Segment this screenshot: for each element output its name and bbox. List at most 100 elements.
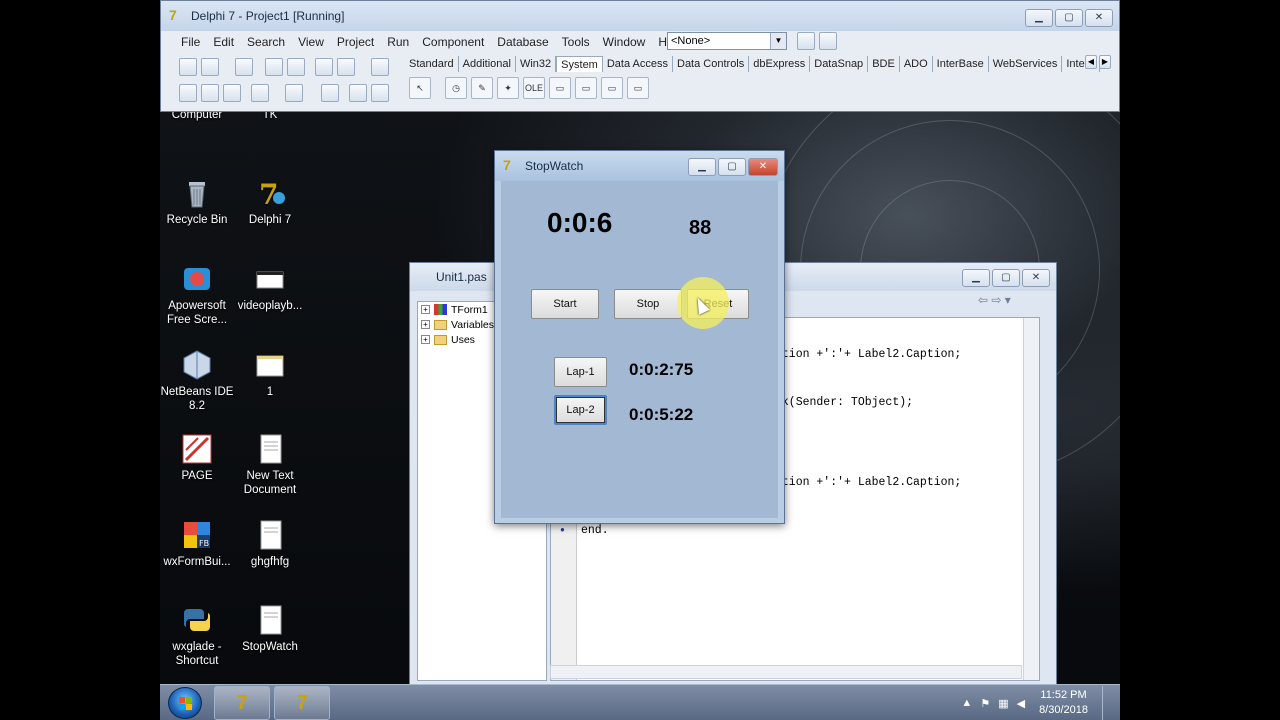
menu-tools[interactable]: Tools	[562, 35, 590, 49]
tab-interbase[interactable]: InterBase	[933, 56, 989, 72]
desktop-icon-netbeans[interactable]: NetBeans IDE 8.2	[160, 348, 234, 413]
taskbar-stopwatch-app[interactable]: 7	[274, 686, 330, 720]
tab-data-controls[interactable]: Data Controls	[673, 56, 750, 72]
tab-dbexpress[interactable]: dbExpress	[749, 56, 811, 72]
tab-win32[interactable]: Win32	[516, 56, 557, 72]
ddeclientconv-component-icon[interactable]: ▭	[549, 77, 571, 99]
menu-project[interactable]: Project	[337, 35, 374, 49]
open-project-icon[interactable]	[287, 58, 305, 76]
delphi-ide-window: 7 Delphi 7 - Project1 [Running] ▁ ▢ ✕ Fi…	[160, 0, 1120, 112]
save-all-icon[interactable]	[265, 58, 283, 76]
menu-component[interactable]: Component	[422, 35, 484, 49]
menu-search[interactable]: Search	[247, 35, 285, 49]
start-button[interactable]: Start	[531, 289, 599, 319]
start-button[interactable]	[168, 687, 202, 719]
save-icon[interactable]	[235, 58, 253, 76]
close-button[interactable]: ✕	[1022, 269, 1050, 287]
lap-1-button[interactable]: Lap-1	[554, 357, 607, 387]
tab-datasnap[interactable]: DataSnap	[810, 56, 869, 72]
menu-view[interactable]: View	[298, 35, 324, 49]
menu-database[interactable]: Database	[497, 35, 548, 49]
desktop-icon-new-text-document[interactable]: New Text Document	[233, 432, 307, 497]
network-icon[interactable]: ▦	[998, 697, 1008, 710]
menu-window[interactable]: Window	[603, 35, 646, 49]
close-button[interactable]: ✕	[748, 158, 778, 176]
ddeserveritem-component-icon[interactable]: ▭	[627, 77, 649, 99]
minimize-button[interactable]: ▁	[688, 158, 716, 176]
minimize-button[interactable]: ▁	[1025, 9, 1053, 27]
ide-window-controls: ▁ ▢ ✕	[1025, 9, 1113, 27]
chevron-down-icon[interactable]: ▼	[770, 33, 786, 49]
desktop-icon-ghgfhfg[interactable]: ghgfhfg	[233, 518, 307, 569]
ide-title: Delphi 7 - Project1 [Running]	[191, 9, 345, 23]
desktop-icon-videoplayback[interactable]: videoplayb...	[233, 262, 307, 313]
tab-ado[interactable]: ADO	[900, 56, 933, 72]
maximize-button[interactable]: ▢	[1055, 9, 1083, 27]
new-form-icon[interactable]	[251, 84, 269, 102]
run-icon[interactable]	[285, 84, 303, 102]
help-book-icon[interactable]	[371, 58, 389, 76]
tab-bde[interactable]: BDE	[868, 56, 900, 72]
tab-webservices[interactable]: WebServices	[989, 56, 1063, 72]
save-desktop-icon[interactable]	[797, 32, 815, 50]
desktop-layout-combo[interactable]: <None> ▼	[667, 32, 787, 50]
show-hidden-icons-icon[interactable]: ▲	[961, 697, 972, 709]
maximize-button[interactable]: ▢	[718, 158, 746, 176]
view-unit-icon[interactable]	[179, 84, 197, 102]
olecontainer-component-icon[interactable]: OLE	[523, 77, 545, 99]
tab-data-access[interactable]: Data Access	[603, 56, 673, 72]
desktop-icon-wxformbuilder[interactable]: FB wxFormBui...	[160, 518, 234, 569]
expand-icon[interactable]: +	[421, 335, 430, 344]
close-button[interactable]: ✕	[1085, 9, 1113, 27]
remove-file-icon[interactable]	[337, 58, 355, 76]
desktop-icon-recycle-bin[interactable]: Recycle Bin	[160, 176, 234, 227]
clock[interactable]: 11:52 PM 8/30/2018	[1033, 688, 1094, 718]
paintbox-component-icon[interactable]: ✎	[471, 77, 493, 99]
open-icon[interactable]	[201, 58, 219, 76]
desktop-icon-page[interactable]: PAGE	[160, 432, 234, 483]
desktop-icon-wxglade[interactable]: wxglade - Shortcut	[160, 603, 234, 668]
chevron-left-icon[interactable]: ◀	[1085, 55, 1097, 69]
desktop-icon-1[interactable]: 1	[233, 348, 307, 399]
desktop-icon-label: 1	[266, 386, 274, 398]
menu-run[interactable]: Run	[387, 35, 409, 49]
ide-title-bar[interactable]: 7 Delphi 7 - Project1 [Running]	[161, 1, 1119, 31]
timer-component-icon[interactable]: ◷	[445, 77, 467, 99]
tab-standard[interactable]: Standard	[405, 56, 459, 72]
desktop-icon-apowersoft[interactable]: Apowersoft Free Scre...	[160, 262, 234, 327]
toggle-form-unit-icon[interactable]	[223, 84, 241, 102]
debug-desktop-icon[interactable]	[819, 32, 837, 50]
desktop-icon-delphi[interactable]: 7 Delphi 7	[233, 176, 307, 227]
taskbar-delphi-ide[interactable]: 7	[214, 686, 270, 720]
step-over-icon[interactable]	[371, 84, 389, 102]
minimize-button[interactable]: ▁	[962, 269, 990, 287]
editor-nav-arrows[interactable]: ⇦ ⇨ ▾	[978, 293, 1011, 307]
menu-file[interactable]: File	[181, 35, 200, 49]
trace-into-icon[interactable]	[349, 84, 367, 102]
ddeclientitem-component-icon[interactable]: ▭	[575, 77, 597, 99]
stop-button[interactable]: Stop	[614, 289, 682, 319]
lap-2-button[interactable]: Lap-2	[554, 395, 607, 425]
maximize-button[interactable]: ▢	[992, 269, 1020, 287]
view-form-icon[interactable]	[201, 84, 219, 102]
show-desktop-button[interactable]	[1102, 686, 1112, 720]
action-center-icon[interactable]: ⚑	[980, 697, 990, 710]
desktop-icon-stopwatch[interactable]: StopWatch	[233, 603, 307, 654]
code-line: end.	[581, 524, 609, 537]
pause-icon[interactable]	[321, 84, 339, 102]
tab-system[interactable]: System	[556, 56, 603, 72]
mediaplayer-component-icon[interactable]: ✦	[497, 77, 519, 99]
expand-icon[interactable]: +	[421, 305, 430, 314]
ddeserverconv-component-icon[interactable]: ▭	[601, 77, 623, 99]
tab-additional[interactable]: Additional	[459, 56, 516, 72]
volume-icon[interactable]: ◀	[1017, 697, 1025, 710]
add-file-icon[interactable]	[315, 58, 333, 76]
horizontal-scrollbar[interactable]	[550, 665, 1022, 679]
expand-icon[interactable]: +	[421, 320, 430, 329]
desktop-icon-label: Recycle Bin	[166, 214, 228, 226]
chevron-right-icon[interactable]: ▶	[1099, 55, 1111, 69]
menu-edit[interactable]: Edit	[213, 35, 234, 49]
pointer-tool-icon[interactable]: ↖	[409, 77, 431, 99]
vertical-scrollbar[interactable]	[1023, 318, 1039, 680]
new-icon[interactable]	[179, 58, 197, 76]
